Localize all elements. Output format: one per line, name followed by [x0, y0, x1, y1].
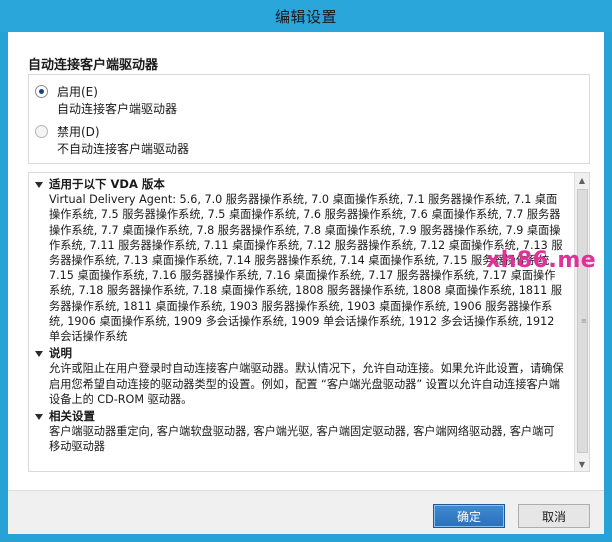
- option-enable[interactable]: 启用(E) 自动连接客户端驱动器: [35, 83, 575, 121]
- disable-description: 不自动连接客户端驱动器: [57, 142, 190, 156]
- title-bar[interactable]: 编辑设置: [0, 0, 612, 32]
- setting-name: 自动连接客户端驱动器: [28, 58, 159, 73]
- scroll-down-arrow-icon[interactable]: ▼: [575, 457, 589, 471]
- description-heading: 说明: [49, 346, 72, 361]
- related-section: 相关设置 客户端驱动器重定向, 客户端软盘驱动器, 客户端光驱, 客户端固定驱动…: [35, 409, 565, 455]
- disable-label[interactable]: 禁用(D): [57, 123, 100, 140]
- scroll-thumb[interactable]: ≡: [577, 189, 588, 453]
- option-disable[interactable]: 禁用(D) 不自动连接客户端驱动器: [35, 123, 575, 161]
- enable-label[interactable]: 启用(E): [57, 83, 98, 100]
- description-header[interactable]: 说明: [35, 346, 565, 361]
- related-heading: 相关设置: [49, 409, 95, 424]
- window-title: 编辑设置: [274, 7, 337, 26]
- disable-radio[interactable]: [35, 125, 48, 138]
- collapse-triangle-icon[interactable]: [35, 182, 43, 189]
- vertical-scrollbar[interactable]: ▲ ≡ ▼: [574, 173, 589, 471]
- applies-to-header[interactable]: 适用于以下 VDA 版本: [35, 177, 565, 192]
- scroll-up-arrow-icon[interactable]: ▲: [575, 173, 589, 187]
- grip-icon: ≡: [581, 317, 587, 325]
- option-group: 启用(E) 自动连接客户端驱动器 禁用(D) 不自动连接客户端驱动器: [28, 74, 590, 164]
- description-section: 说明 允许或阻止在用户登录时自动连接客户端驱动器。默认情况下，允许自动连接。如果…: [35, 346, 565, 407]
- edit-settings-window: 编辑设置 自动连接客户端驱动器 启用(E) 自动连接客户端驱动器 禁用(D) 不…: [0, 0, 612, 542]
- info-panel: 适用于以下 VDA 版本 Virtual Delivery Agent: 5.6…: [28, 172, 590, 472]
- dialog-footer: [8, 490, 604, 534]
- ok-button[interactable]: 确定: [433, 504, 505, 528]
- dialog-body: 自动连接客户端驱动器 启用(E) 自动连接客户端驱动器 禁用(D) 不自动连接客…: [8, 32, 604, 534]
- enable-description: 自动连接客户端驱动器: [57, 102, 178, 116]
- enable-radio[interactable]: [35, 85, 48, 98]
- related-body: 客户端驱动器重定向, 客户端软盘驱动器, 客户端光驱, 客户端固定驱动器, 客户…: [49, 425, 555, 454]
- related-header[interactable]: 相关设置: [35, 409, 565, 424]
- info-content: 适用于以下 VDA 版本 Virtual Delivery Agent: 5.6…: [35, 177, 565, 457]
- description-body: 允许或阻止在用户登录时自动连接客户端驱动器。默认情况下，允许自动连接。如果允许此…: [49, 362, 564, 406]
- collapse-triangle-icon[interactable]: [35, 414, 43, 421]
- cancel-button[interactable]: 取消: [518, 504, 590, 528]
- applies-to-heading: 适用于以下 VDA 版本: [49, 177, 165, 191]
- watermark-text: xh86.me: [486, 248, 597, 273]
- collapse-triangle-icon[interactable]: [35, 351, 43, 358]
